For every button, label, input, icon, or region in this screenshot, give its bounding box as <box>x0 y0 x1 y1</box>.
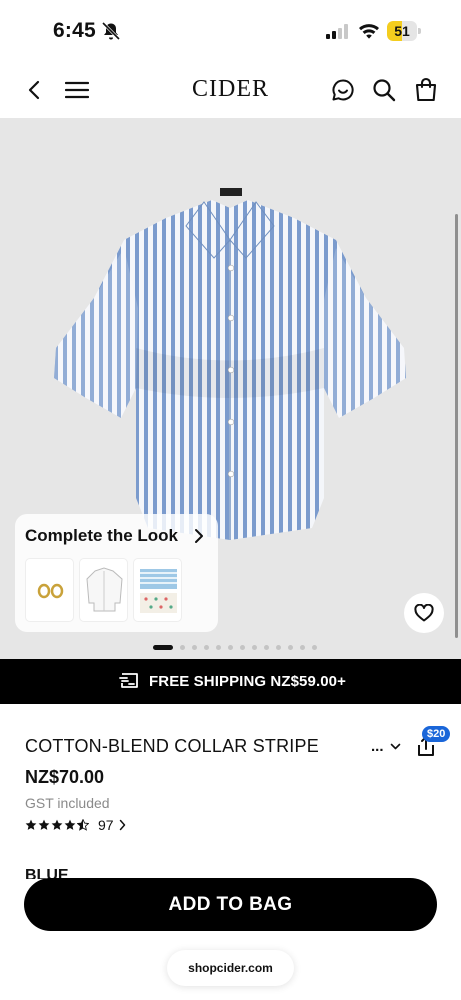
pager-dot[interactable] <box>228 645 233 650</box>
browser-url-pill[interactable]: shopcider.com <box>167 950 294 986</box>
pager-dot[interactable] <box>264 645 269 650</box>
pager-dot[interactable] <box>240 645 245 650</box>
complete-the-look-card[interactable]: Complete the Look <box>15 514 218 632</box>
tax-note: GST included <box>25 795 110 811</box>
heart-icon <box>414 604 434 622</box>
battery-level: 51 <box>394 23 410 39</box>
shipping-truck-icon <box>119 673 138 688</box>
signal-icon <box>326 24 348 39</box>
pager-dot[interactable] <box>300 645 305 650</box>
product-price: NZ$70.00 <box>25 767 105 787</box>
pager-dot-active[interactable] <box>153 645 173 650</box>
bell-slash-icon <box>101 22 121 40</box>
free-shipping-text: FREE SHIPPING NZ$59.00+ <box>149 673 346 690</box>
chevron-right-icon[interactable] <box>194 528 205 544</box>
look-item-striped-set[interactable] <box>133 558 182 622</box>
pager-dot[interactable] <box>276 645 281 650</box>
chevron-down-icon[interactable] <box>390 743 401 751</box>
look-item-white-shirt[interactable] <box>79 558 128 622</box>
status-bar: 6:45 51 <box>0 0 461 60</box>
pager-dot[interactable] <box>288 645 293 650</box>
back-icon[interactable] <box>24 79 46 101</box>
pager-dot[interactable] <box>216 645 221 650</box>
battery-icon: 51 <box>387 21 421 41</box>
search-icon[interactable] <box>372 78 396 102</box>
pager-dot[interactable] <box>204 645 209 650</box>
add-to-bag-button[interactable]: ADD TO BAG <box>24 878 437 931</box>
chat-icon[interactable] <box>331 78 355 102</box>
review-count[interactable]: 97 <box>98 817 114 833</box>
free-shipping-banner[interactable]: FREE SHIPPING NZ$59.00+ <box>0 659 461 704</box>
menu-icon[interactable] <box>65 80 89 100</box>
image-pager[interactable] <box>0 644 461 652</box>
wishlist-button[interactable] <box>404 593 444 633</box>
product-title: COTTON-BLEND COLLAR STRIPE <box>25 736 319 756</box>
rating-stars[interactable] <box>25 818 89 832</box>
product-image[interactable] <box>54 188 406 544</box>
pager-dot[interactable] <box>192 645 197 650</box>
chevron-right-icon[interactable] <box>119 819 126 831</box>
brand-logo[interactable]: CIDER <box>160 76 301 103</box>
look-item-earrings[interactable] <box>25 558 74 622</box>
share-reward-badge[interactable]: $20 <box>422 726 451 742</box>
shopping-bag-icon[interactable] <box>414 77 438 102</box>
scroll-indicator <box>455 214 458 638</box>
status-time: 6:45 <box>53 19 96 42</box>
title-expand[interactable]: ... <box>371 738 384 755</box>
wifi-icon <box>359 24 379 39</box>
pager-dot[interactable] <box>312 645 317 650</box>
pager-dot[interactable] <box>180 645 185 650</box>
complete-the-look-title: Complete the Look <box>25 526 179 545</box>
pager-dot[interactable] <box>252 645 257 650</box>
